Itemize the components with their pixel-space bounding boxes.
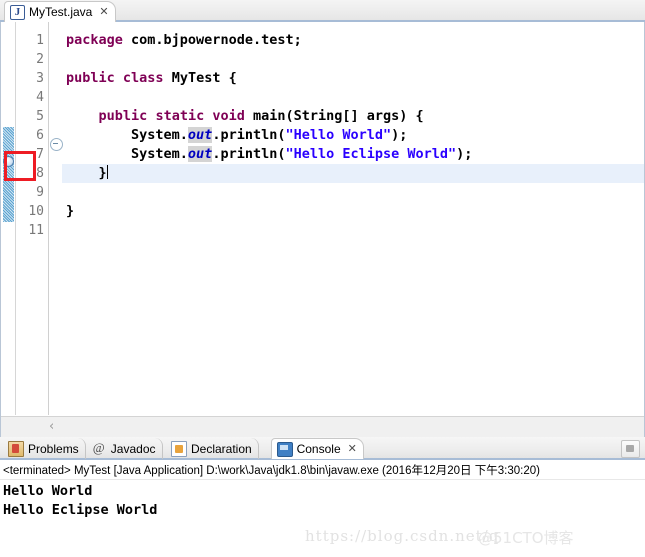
javadoc-at-icon — [93, 440, 107, 456]
annotation-highlight-box — [4, 151, 36, 181]
code-token: main(String[] args) { — [244, 108, 424, 124]
line-number: 8 — [36, 166, 44, 181]
line-number: 7 — [36, 147, 44, 162]
line-number: 9 — [36, 185, 44, 200]
code-line[interactable]: System.out.println("Hello Eclipse World"… — [62, 145, 644, 164]
code-token: "Hello Eclipse World" — [285, 146, 457, 162]
code-token: } — [66, 165, 107, 181]
code-line[interactable]: } — [62, 202, 644, 221]
code-line[interactable]: package com.bjpowernode.test; — [62, 31, 644, 50]
console-launch-status: <terminated> MyTest [Java Application] D… — [0, 462, 645, 480]
console-tab-label: Problems — [28, 441, 79, 456]
line-number: 10 — [28, 204, 44, 219]
code-line[interactable]: public static void main(String[] args) { — [62, 107, 644, 126]
console-output[interactable]: Hello World Hello Eclipse World — [0, 482, 645, 557]
code-token: out — [187, 127, 213, 143]
code-text-area[interactable]: package com.bjpowernode.test; public clas… — [62, 22, 644, 415]
console-tab-label: Javadoc — [110, 441, 156, 456]
console-tab-javadoc[interactable]: Javadoc — [88, 438, 163, 459]
text-caret — [106, 165, 108, 179]
console-output-line: Hello Eclipse World — [3, 502, 158, 518]
code-token: "Hello World" — [285, 127, 392, 143]
code-token: public — [66, 70, 115, 86]
console-tab-label: Declaration — [191, 441, 252, 456]
code-line[interactable]: System.out.println("Hello World"); — [62, 126, 644, 145]
console-tab-declaration[interactable]: Declaration — [166, 438, 259, 459]
code-line[interactable] — [62, 221, 644, 240]
code-token: class — [122, 70, 164, 86]
console-tab-console[interactable]: Console ✕ — [270, 438, 364, 459]
line-number: 3 — [36, 71, 44, 86]
line-number: 6 — [36, 128, 44, 143]
code-token: MyTest { — [163, 70, 237, 86]
code-line[interactable]: public class MyTest { — [62, 69, 644, 88]
editor-tab-label: MyTest.java — [29, 5, 93, 19]
terminate-button[interactable] — [621, 440, 640, 458]
java-file-icon — [10, 4, 25, 20]
console-icon — [276, 441, 293, 457]
line-number: 11 — [28, 223, 44, 238]
editor-tab-strip: MyTest.java ✕ — [0, 0, 645, 22]
code-token: package — [66, 32, 123, 48]
folding-ruler[interactable] — [49, 22, 63, 415]
code-token: ); — [456, 146, 473, 162]
line-number: 5 — [36, 109, 44, 124]
code-token: } — [66, 203, 75, 219]
code-token: ); — [391, 127, 408, 143]
annotation-ruler[interactable] — [1, 22, 16, 415]
editor-body: 1 2 3 4 5 6 7 8 9 10 11 package com.bjpowernode.te… — [0, 22, 645, 437]
scroll-left-icon[interactable]: ‹ — [49, 419, 54, 434]
code-line[interactable] — [62, 88, 644, 107]
code-token: static — [155, 108, 205, 124]
editor-part: MyTest.java ✕ 1 2 3 4 5 6 7 8 9 10 11 package com.… — [0, 0, 645, 437]
close-icon[interactable]: ✕ — [99, 6, 108, 18]
line-number: 1 — [36, 33, 44, 48]
declaration-icon — [171, 440, 187, 457]
line-number: 2 — [36, 52, 44, 67]
code-token: .println( — [212, 146, 286, 162]
problems-icon — [8, 440, 24, 457]
line-number: 4 — [36, 90, 44, 105]
code-line[interactable]: } — [62, 164, 644, 183]
close-icon[interactable]: ✕ — [348, 443, 357, 455]
code-token: .println( — [212, 127, 286, 143]
editor-horizontal-scrollbar[interactable]: ‹ — [1, 416, 644, 437]
code-token: System. — [66, 127, 188, 143]
code-token: public — [98, 108, 148, 124]
code-token: System. — [66, 146, 188, 162]
console-part: Problems Javadoc Declaration Console ✕ <term… — [0, 437, 645, 557]
editor-tab-mytest-java[interactable]: MyTest.java ✕ — [4, 1, 116, 22]
code-token: out — [187, 146, 213, 162]
console-tab-strip: Problems Javadoc Declaration Console ✕ — [0, 437, 645, 460]
console-tab-label: Console — [296, 442, 341, 456]
code-line[interactable] — [62, 50, 644, 69]
code-token: void — [212, 108, 245, 124]
code-line[interactable] — [62, 183, 644, 202]
console-tab-problems[interactable]: Problems — [3, 438, 86, 459]
line-number-ruler: 1 2 3 4 5 6 7 8 9 10 11 — [16, 22, 49, 415]
console-output-line: Hello World — [3, 483, 93, 499]
code-token: com.bjpowernode.test; — [122, 32, 302, 48]
